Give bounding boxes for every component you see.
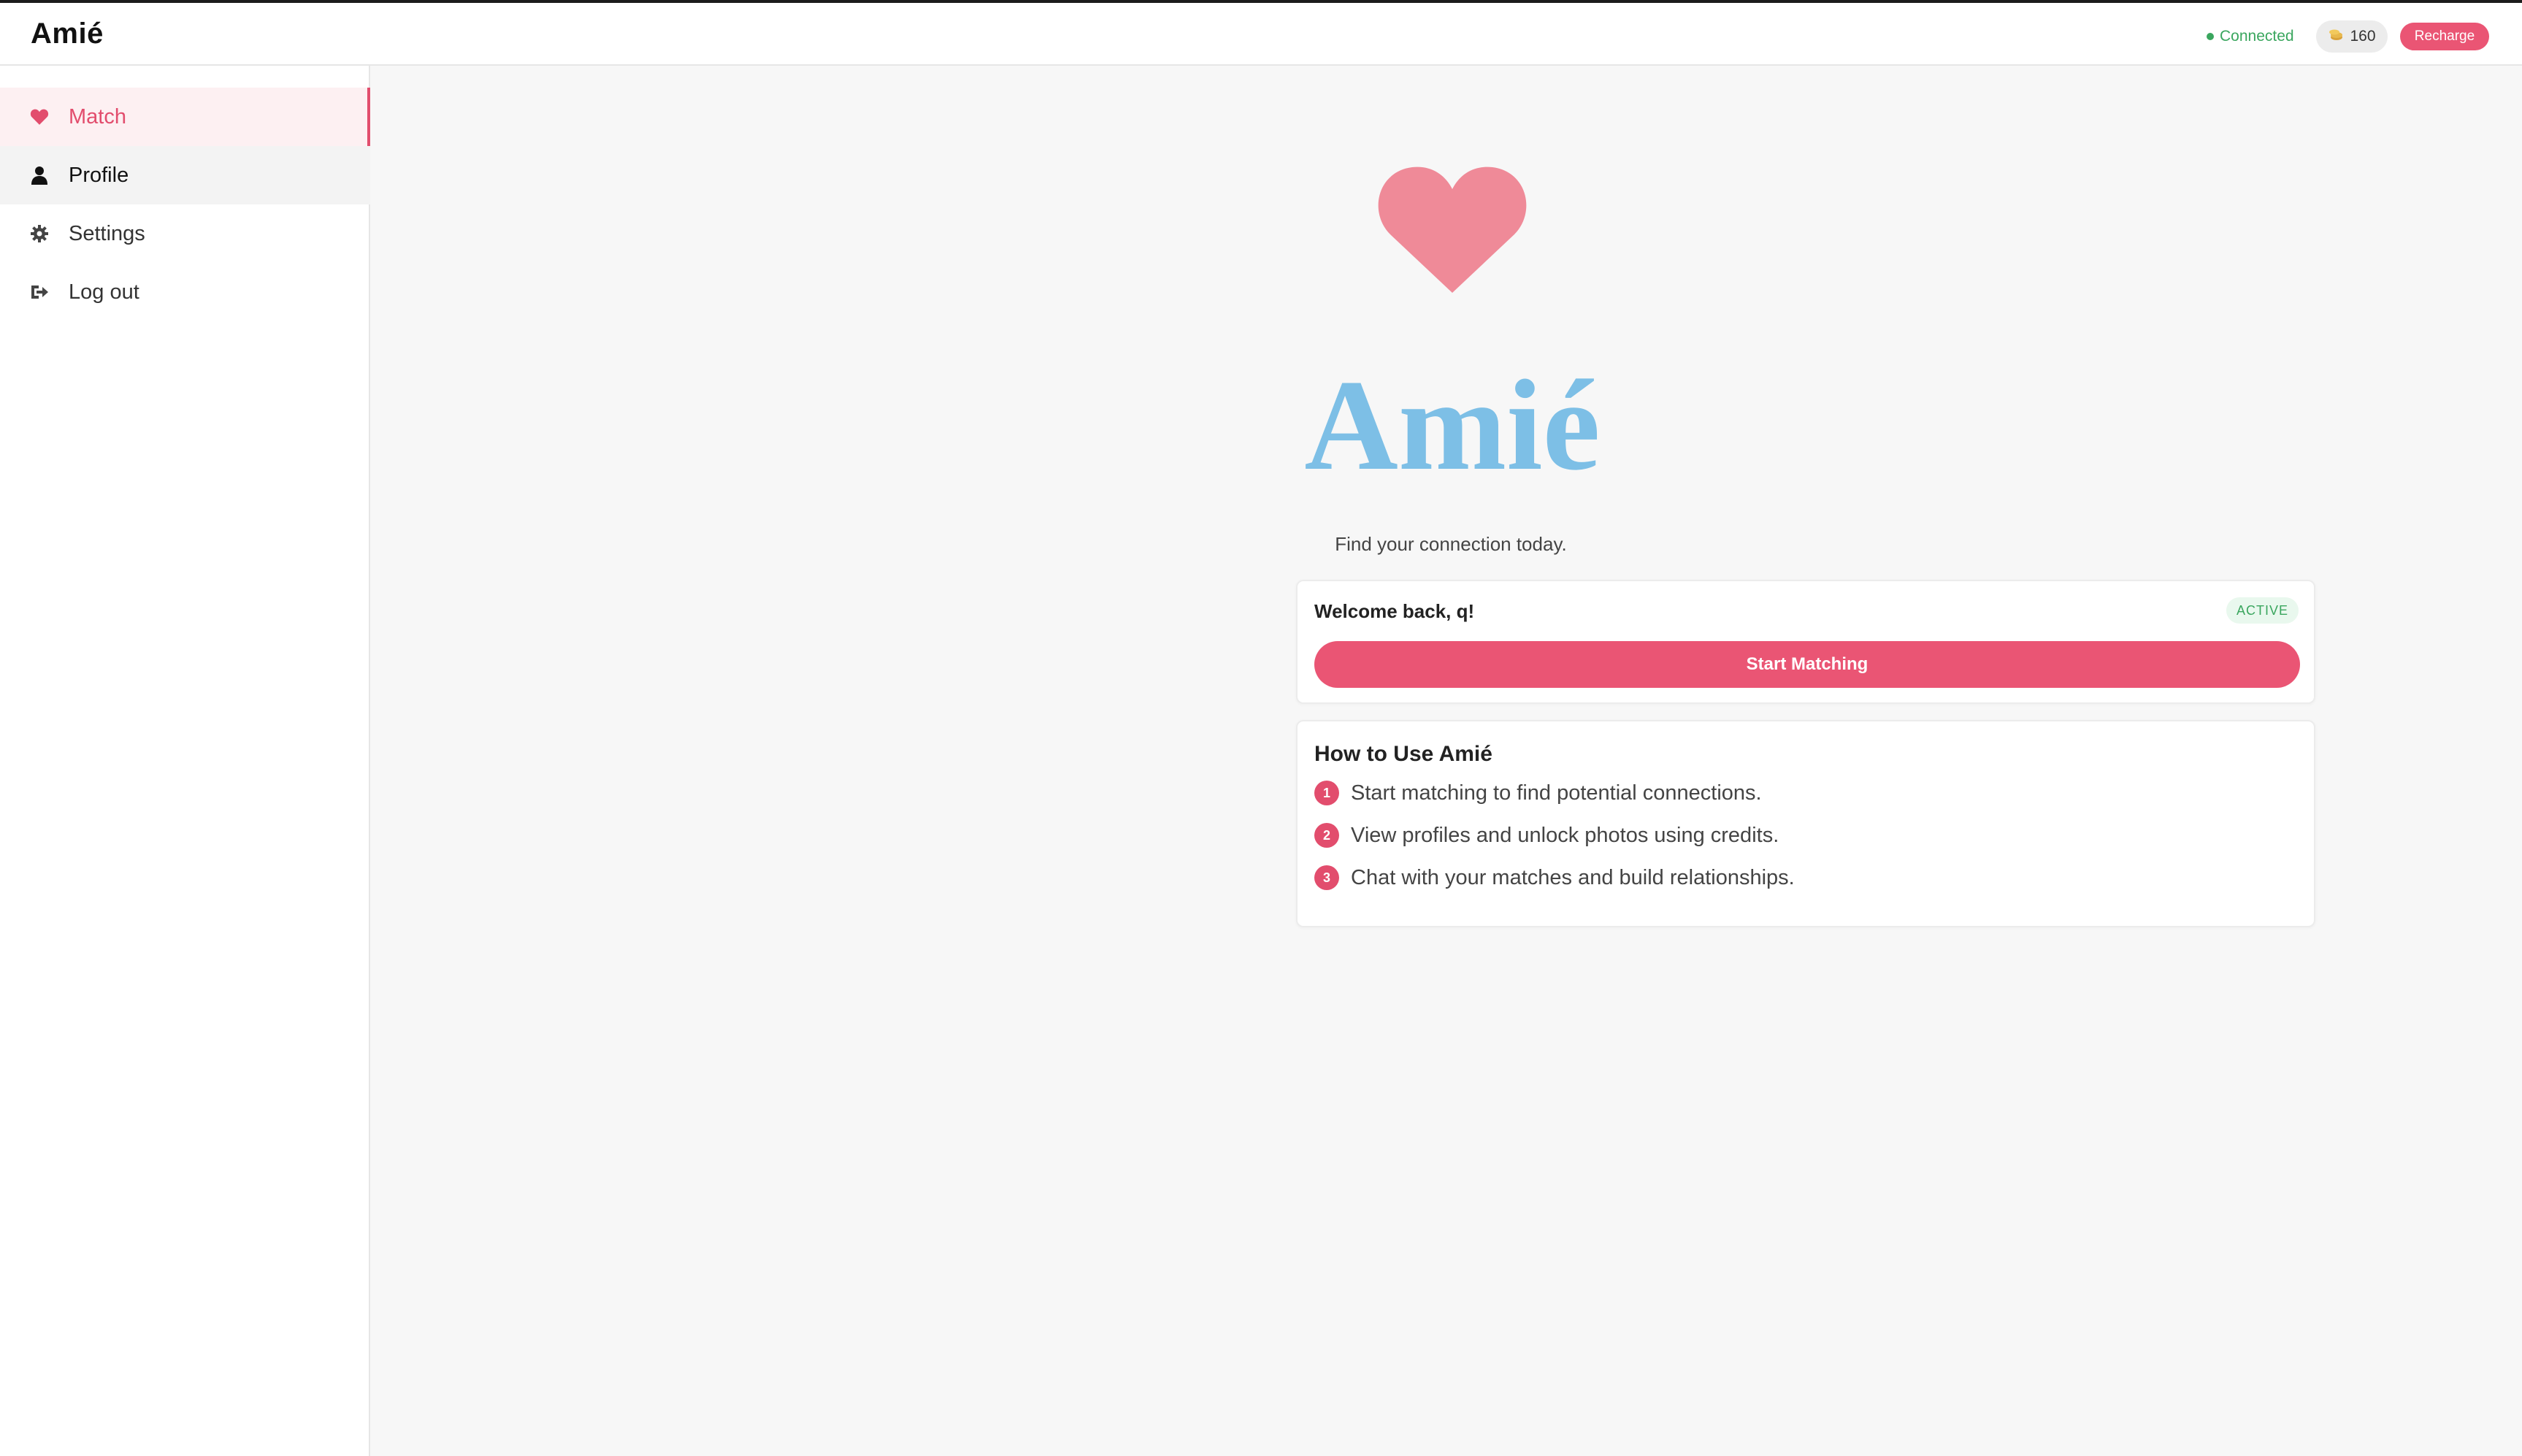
sidebar-item-settings[interactable]: Settings — [0, 204, 370, 263]
how-to-card: How to Use Amié 1 Start matching to find… — [1296, 720, 2315, 927]
sidebar-item-label: Profile — [69, 163, 129, 187]
step-number-badge: 2 — [1314, 823, 1339, 848]
recharge-button[interactable]: Recharge — [2400, 23, 2489, 50]
how-to-title: How to Use Amié — [1314, 742, 1492, 766]
main-content: Amié Find your connection today. Welcome… — [370, 66, 2522, 1456]
credits-count: 160 — [2350, 28, 2376, 45]
welcome-message: Welcome back, q! — [1314, 600, 1475, 622]
sidebar-item-match[interactable]: Match — [0, 88, 370, 146]
user-icon — [29, 165, 50, 185]
gear-icon — [29, 223, 50, 244]
logo-wordmark: Amié — [1304, 353, 1600, 497]
sidebar-item-label: Match — [69, 104, 126, 129]
list-item: 2 View profiles and unlock photos using … — [1314, 821, 1779, 850]
coins-icon — [2328, 26, 2344, 47]
sidebar-item-logout[interactable]: Log out — [0, 263, 370, 321]
step-number-badge: 3 — [1314, 865, 1339, 890]
top-bar: Amié Connected 160 Recharge — [0, 0, 2522, 66]
status-dot-icon — [2207, 33, 2214, 40]
heart-logo-icon — [1378, 166, 1527, 293]
app-title: Amié — [31, 18, 104, 50]
step-number-badge: 1 — [1314, 781, 1339, 805]
start-matching-button[interactable]: Start Matching — [1314, 641, 2300, 688]
list-item: 1 Start matching to find potential conne… — [1314, 778, 1762, 808]
list-item: 3 Chat with your matches and build relat… — [1314, 863, 1795, 892]
brand-logo: Amié — [1304, 353, 1600, 497]
status-label: Connected — [2220, 28, 2294, 45]
connection-status: Connected — [2207, 25, 2294, 48]
status-badge: ACTIVE — [2226, 597, 2299, 624]
heart-icon — [29, 107, 50, 127]
welcome-card: Welcome back, q! ACTIVE Start Matching — [1296, 580, 2315, 704]
logout-icon — [29, 282, 50, 302]
step-text: Start matching to find potential connect… — [1351, 781, 1762, 805]
tagline: Find your connection today. — [1335, 533, 1567, 555]
sidebar-item-label: Log out — [69, 280, 139, 304]
sidebar-item-profile[interactable]: Profile — [0, 146, 370, 204]
sidebar: Match Profile Settings Log out — [0, 66, 370, 1456]
step-text: Chat with your matches and build relatio… — [1351, 865, 1795, 889]
step-text: View profiles and unlock photos using cr… — [1351, 823, 1779, 847]
credits-balance: 160 — [2316, 20, 2388, 53]
sidebar-item-label: Settings — [69, 221, 145, 245]
